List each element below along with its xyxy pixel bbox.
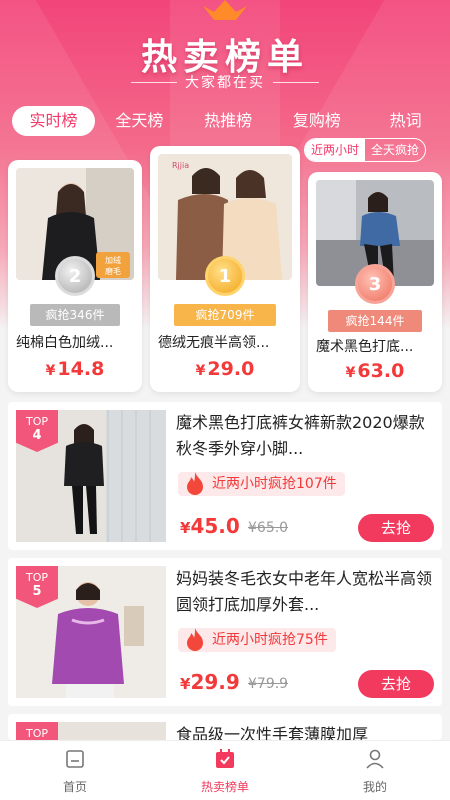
product-title: 妈妈装冬毛衣女中老年人宽松半高领圆领打底加厚外套... — [176, 569, 433, 614]
nav-home[interactable]: 首页 — [0, 741, 150, 800]
tab-hot-words[interactable]: 热词 — [361, 106, 450, 136]
svg-text:磨毛: 磨毛 — [105, 266, 121, 276]
product-title: 食品级一次性手套薄膜加厚 — [176, 725, 369, 740]
product-image: TOP 4 — [16, 410, 166, 542]
divider — [273, 81, 319, 83]
flame-icon — [187, 628, 203, 651]
product-price: ¥63.0 — [345, 360, 405, 382]
list-item[interactable]: TOP6 食品级一次性手套薄膜加厚 — [8, 714, 442, 740]
divider — [131, 81, 177, 83]
hot-sales-tag: 近两小时疯抢107件 — [178, 472, 345, 496]
user-icon — [366, 749, 384, 769]
sold-count: 疯抢709件 — [174, 304, 276, 326]
grab-button[interactable]: 去抢 — [358, 670, 434, 698]
nav-hot-ranking[interactable]: 热卖榜单 — [150, 741, 300, 800]
product-price: ¥45.0 — [180, 514, 240, 538]
product-image: TOP6 — [16, 722, 166, 740]
rank-badge: TOP6 — [16, 722, 58, 740]
flame-icon — [187, 472, 203, 495]
svg-text:Rjjia: Rjjia — [172, 161, 189, 170]
silver-medal-icon: 2 — [55, 256, 95, 296]
tab-realtime[interactable]: 实时榜 — [12, 106, 95, 136]
tab-hot-push[interactable]: 热推榜 — [184, 106, 273, 136]
original-price: ¥79.9 — [248, 676, 289, 692]
product-price: ¥29.9 — [180, 670, 240, 694]
sold-count: 疯抢346件 — [30, 304, 120, 326]
gold-medal-icon: 1 — [205, 256, 245, 296]
product-price: ¥14.8 — [45, 358, 105, 380]
toggle-all-day[interactable]: 全天疯抢 — [365, 139, 425, 161]
page-subtitle: 大家都在买 — [185, 75, 265, 91]
podium-card-rank-3[interactable]: 3 疯抢144件 魔术黑色打底... ¥63.0 — [308, 172, 442, 392]
bronze-medal-icon: 3 — [355, 264, 395, 304]
nav-mine[interactable]: 我的 — [300, 741, 450, 800]
podium-card-rank-2[interactable]: 加绒 磨毛 2 疯抢346件 纯棉白色加绒... ¥14.8 — [8, 160, 142, 392]
grab-button[interactable]: 去抢 — [358, 514, 434, 542]
product-price: ¥29.0 — [195, 358, 255, 380]
nav-mine-label: 我的 — [362, 780, 387, 794]
nav-hot-ranking-label: 热卖榜单 — [200, 780, 249, 794]
podium-card-rank-1[interactable]: Rjjia 1 疯抢709件 德绒无痕半高领... ¥29.0 — [150, 146, 300, 392]
hot-sales-tag: 近两小时疯抢75件 — [178, 628, 336, 652]
range-toggle: 近两小时 全天疯抢 — [304, 138, 427, 162]
tab-all-day[interactable]: 全天榜 — [95, 106, 184, 136]
product-image: TOP 5 — [16, 566, 166, 698]
original-price: ¥65.0 — [248, 520, 289, 536]
ranking-tabs: 实时榜 全天榜 热推榜 复购榜 热词 — [0, 104, 450, 138]
list-item[interactable]: TOP 5 妈妈装冬毛衣女中老年人宽松半高领圆领打底加厚外套... 近两小时疯抢7… — [8, 558, 442, 706]
product-name: 纯棉白色加绒... — [16, 335, 114, 351]
toggle-two-hours[interactable]: 近两小时 — [305, 139, 366, 161]
list-item[interactable]: TOP 4 魔术黑色打底裤女裤新款2020爆款秋冬季外穿小脚... 近两小时疯抢1… — [8, 402, 442, 550]
nav-home-label: 首页 — [62, 780, 87, 794]
subtitle-row: 大家都在买 — [0, 72, 450, 92]
calendar-icon — [216, 749, 234, 768]
sold-count: 疯抢144件 — [328, 310, 422, 332]
svg-text:加绒: 加绒 — [105, 255, 121, 265]
home-icon — [66, 750, 84, 768]
tab-repurchase[interactable]: 复购榜 — [272, 106, 361, 136]
bottom-nav: 首页 热卖榜单 我的 — [0, 740, 450, 800]
product-name: 魔术黑色打底... — [316, 339, 414, 355]
product-title: 魔术黑色打底裤女裤新款2020爆款秋冬季外穿小脚... — [176, 413, 425, 458]
product-name: 德绒无痕半高领... — [158, 335, 270, 351]
